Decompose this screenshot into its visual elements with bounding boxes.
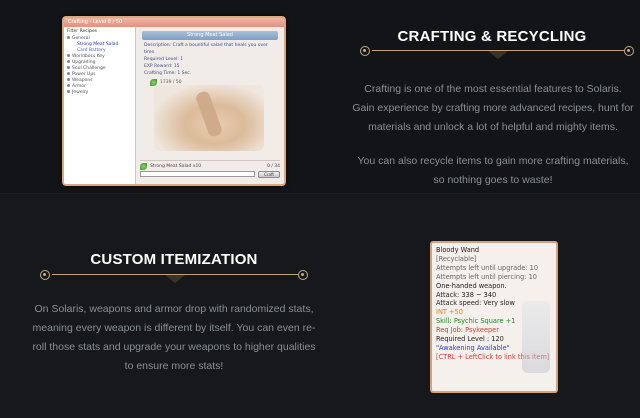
recipe-category: Power Ups: [67, 72, 132, 77]
recipe-subitem: Strong Meat Salad: [77, 42, 119, 47]
recipe-category: Worldboss Key: [67, 54, 132, 59]
item-recyclable: [Recyclable]: [436, 254, 477, 263]
armor-image: [522, 301, 550, 373]
ornament-ring-icon: [360, 46, 370, 56]
recipe-category: Upgrading: [67, 60, 132, 65]
recipe-category: Soul Challenge: [67, 66, 132, 71]
crafting-section: Crafting - Level 8 / 50 Filter Recipes G…: [0, 0, 640, 193]
recipe-name-bar: Strong Meat Salad: [142, 31, 278, 40]
bullet-icon: [67, 60, 70, 63]
recipe-detail-panel: Strong Meat Salad Description: Craft a b…: [136, 27, 284, 184]
ornament-ring-icon: [40, 270, 50, 280]
bullet-icon: [67, 90, 70, 93]
recipe-required-level: Required Level: 1: [144, 57, 184, 62]
heading-ornament: [360, 44, 636, 59]
bullet-icon: [67, 78, 70, 81]
recipe-category: General: [67, 36, 132, 41]
craft-output-row: Strong Meat Salad x10 0 / 34 Craft: [140, 160, 280, 180]
output-quantity: 0 / 34: [267, 164, 280, 169]
crafting-heading: CRAFTING & RECYCLING: [397, 28, 587, 45]
crafting-paragraph-2: You can also recycle items to gain more …: [357, 155, 629, 186]
recipe-subitem: Card Battery: [77, 48, 106, 53]
itemization-paragraph: On Solaris, weapons and armor drop with …: [32, 303, 316, 372]
crafting-window-title: Crafting - Level 8 / 50: [64, 18, 284, 27]
item-upgrade-attempts: Attempts left until upgrade: 10: [436, 263, 539, 272]
item-attack: Attack: 338 ~ 340: [436, 290, 497, 299]
craft-button: Craft: [258, 171, 280, 178]
item-weapon-type: One-handed weapon.: [436, 281, 507, 290]
herb-icon: [140, 163, 147, 170]
bullet-icon: [67, 66, 70, 69]
output-label: Strong Meat Salad x10: [150, 164, 202, 169]
heading-ornament: [40, 268, 310, 283]
recipe-filter-panel: Filter Recipes General Strong Meat Salad…: [64, 27, 136, 184]
recipe-category: Armor: [67, 84, 132, 89]
item-name: Bloody Wand: [436, 246, 480, 254]
itemization-heading: CUSTOM ITEMIZATION: [90, 251, 258, 268]
recipe-category: Weapons: [67, 78, 132, 83]
recipe-exp-reward: EXP Reward: 15: [144, 64, 180, 69]
recipe-category: Jewelry: [67, 90, 132, 95]
bullet-icon: [67, 36, 70, 39]
item-tooltip-screenshot: Bloody Wand [Recyclable] Attempts left u…: [430, 241, 558, 393]
ornament-ring-icon: [298, 270, 308, 280]
item-piercing-attempts: Attempts left until piercing: 10: [436, 272, 537, 281]
filter-header: Filter Recipes: [67, 29, 97, 34]
crafting-paragraph-1: Crafting is one of the most essential fe…: [352, 83, 634, 133]
recipe-description: Description: Craft a bountiful salad tha…: [144, 43, 268, 55]
crafting-window-screenshot: Crafting - Level 8 / 50 Filter Recipes G…: [62, 16, 286, 186]
bullet-icon: [67, 72, 70, 75]
salad-bowl-image: [154, 85, 264, 151]
bullet-icon: [67, 54, 70, 57]
craft-amount-input: [140, 171, 255, 177]
bullet-icon: [67, 84, 70, 87]
ornament-ring-icon: [624, 46, 634, 56]
recipe-crafting-time: Crafting Time: 1 Sec.: [144, 71, 192, 76]
